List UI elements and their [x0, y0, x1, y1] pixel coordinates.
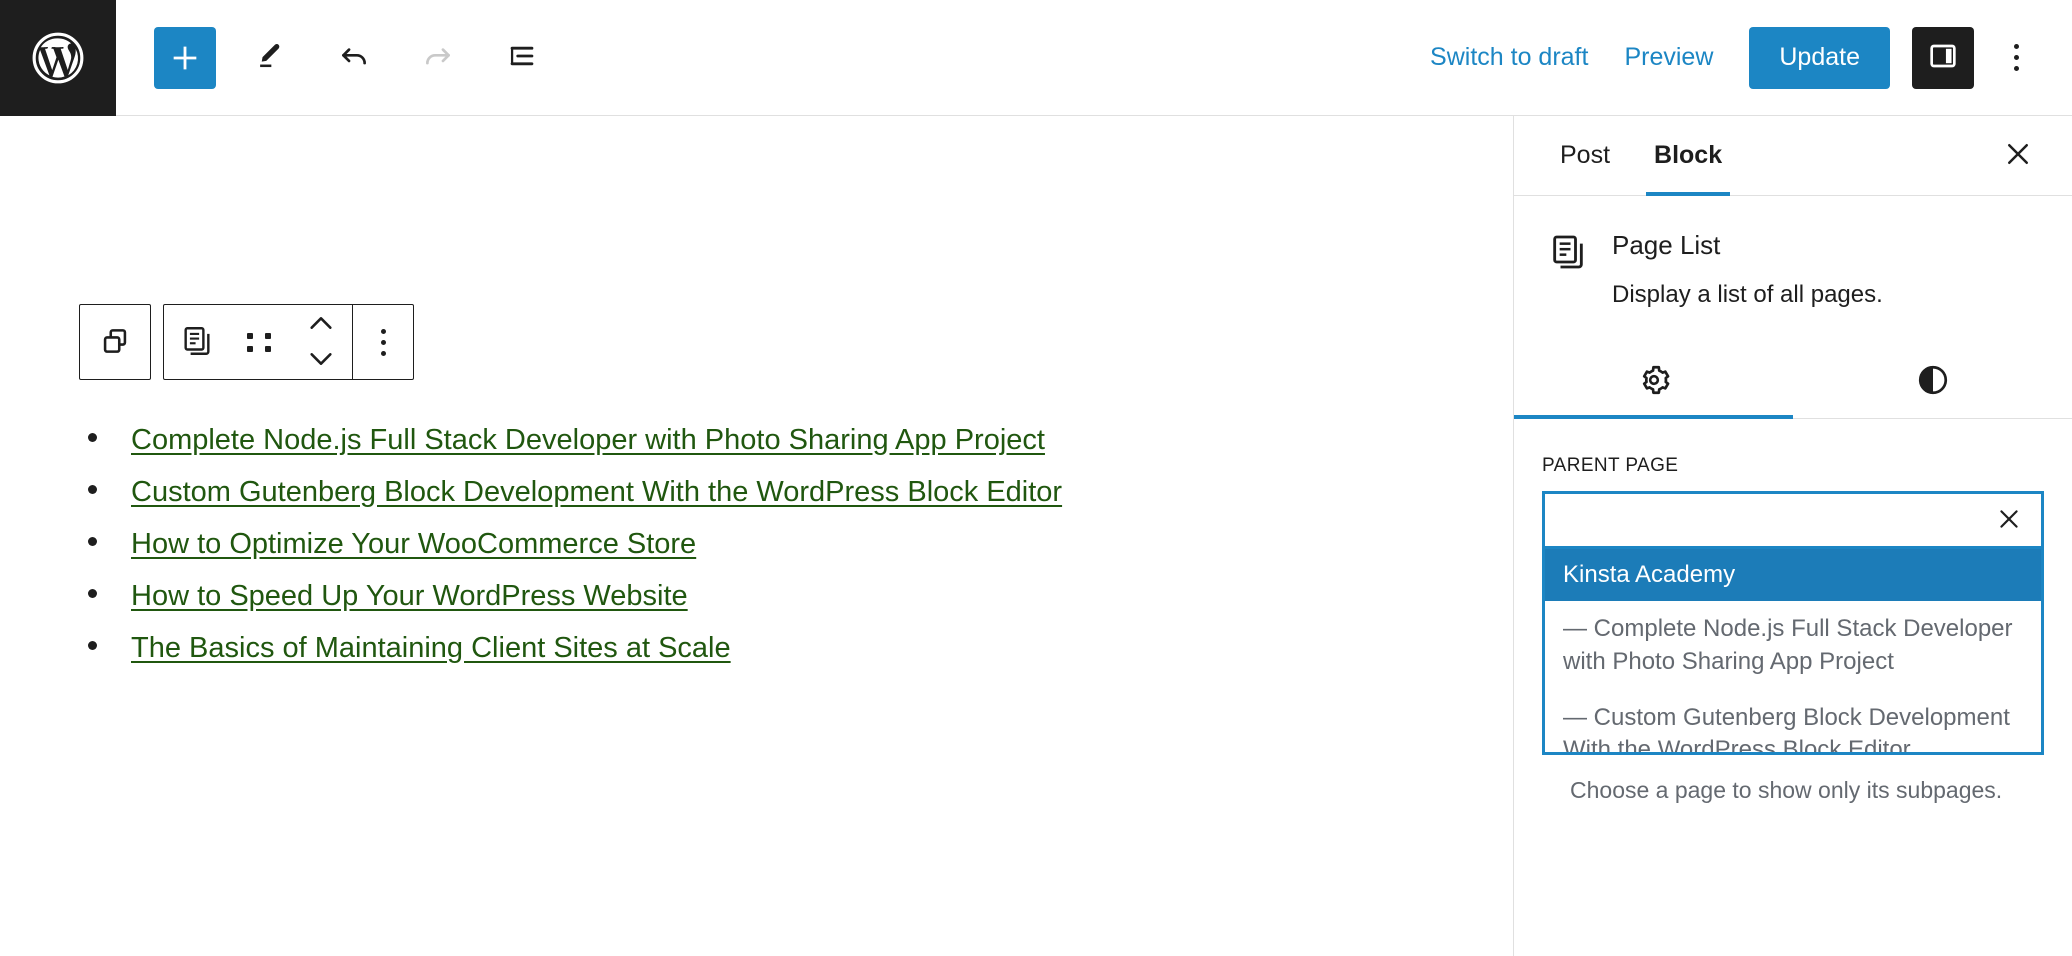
settings-sidebar-toggle-button[interactable] [1912, 27, 1974, 89]
list-item: How to Speed Up Your WordPress Website [88, 576, 1062, 616]
page-link[interactable]: How to Speed Up Your WordPress Website [131, 576, 688, 616]
parent-page-combobox[interactable] [1542, 491, 2044, 549]
editor-top-bar: Switch to draft Preview Update [0, 0, 2072, 116]
close-icon [2003, 139, 2033, 172]
parent-page-suggestion-list[interactable]: Kinsta Academy — Complete Node.js Full S… [1542, 549, 2044, 755]
select-parent-block-group [79, 304, 151, 380]
tab-post[interactable]: Post [1538, 116, 1632, 196]
list-item: Custom Gutenberg Block Development With … [88, 472, 1062, 512]
wordpress-logo-icon [31, 31, 85, 85]
block-movers [290, 307, 352, 377]
plus-icon [168, 41, 202, 75]
chevron-down-icon [307, 350, 335, 371]
clear-parent-page-button[interactable] [1989, 498, 2029, 542]
block-info-card: Page List Display a list of all pages. [1514, 196, 2072, 330]
select-parent-block-icon [98, 324, 132, 361]
parent-page-label: PARENT PAGE [1542, 455, 2044, 477]
select-parent-block-button[interactable] [85, 305, 145, 379]
block-title: Page List [1612, 230, 1883, 261]
suggestion-option[interactable]: — Complete Node.js Full Stack Developer … [1545, 601, 2041, 689]
styles-contrast-icon [1916, 363, 1950, 400]
tab-block[interactable]: Block [1632, 116, 1744, 196]
block-info-text: Page List Display a list of all pages. [1612, 230, 1883, 310]
parent-page-input[interactable] [1559, 495, 1989, 545]
add-block-button[interactable] [154, 27, 216, 89]
sidebar-panel-tabs [1514, 344, 2072, 419]
list-view-icon [505, 39, 539, 76]
page-list-block-icon [180, 324, 214, 361]
list-bullet-icon [88, 641, 97, 650]
list-item: Complete Node.js Full Stack Developer wi… [88, 420, 1062, 460]
block-description: Display a list of all pages. [1612, 279, 1883, 310]
parent-page-help-text: Choose a page to show only its subpages. [1542, 755, 2044, 804]
block-toolbar [79, 304, 414, 380]
list-view-button[interactable] [490, 26, 554, 90]
suggestion-option[interactable]: — Custom Gutenberg Block Development Wit… [1545, 690, 2041, 756]
preview-button[interactable]: Preview [1606, 29, 1731, 86]
close-sidebar-button[interactable] [1988, 126, 2048, 186]
tools-edit-button[interactable] [238, 26, 302, 90]
update-button[interactable]: Update [1749, 27, 1890, 89]
page-list-block[interactable]: Complete Node.js Full Stack Developer wi… [88, 420, 1062, 680]
tab-settings[interactable] [1514, 344, 1793, 418]
list-bullet-icon [88, 537, 97, 546]
move-down-button[interactable] [290, 343, 352, 377]
wordpress-logo-button[interactable] [0, 0, 116, 116]
list-bullet-icon [88, 433, 97, 442]
page-link[interactable]: The Basics of Maintaining Client Sites a… [131, 628, 731, 668]
block-controls-group [163, 304, 414, 380]
top-bar-right-actions: Switch to draft Preview Update [1412, 27, 2072, 89]
list-item: How to Optimize Your WooCommerce Store [88, 524, 1062, 564]
list-bullet-icon [88, 589, 97, 598]
settings-sidebar: Post Block Page List Display a list of a… [1513, 116, 2072, 956]
undo-button[interactable] [322, 26, 386, 90]
page-link[interactable]: Custom Gutenberg Block Development With … [131, 472, 1062, 512]
move-up-button[interactable] [290, 307, 352, 341]
more-options-vertical-icon [2014, 44, 2019, 71]
drag-handle-icon [247, 333, 273, 352]
close-icon [1996, 506, 2022, 535]
block-options-button[interactable] [353, 305, 413, 379]
editor-canvas: Complete Node.js Full Stack Developer wi… [0, 116, 1513, 956]
list-item: The Basics of Maintaining Client Sites a… [88, 628, 1062, 668]
block-type-button[interactable] [164, 305, 230, 379]
editor-options-button[interactable] [1988, 27, 2044, 89]
drag-handle-button[interactable] [230, 305, 290, 379]
page-link[interactable]: How to Optimize Your WooCommerce Store [131, 524, 696, 564]
parent-page-field: PARENT PAGE Kinsta Academy — Complete No… [1514, 419, 2072, 804]
top-bar-left-tools [116, 26, 574, 90]
more-options-vertical-icon [381, 329, 386, 356]
chevron-up-icon [307, 314, 335, 335]
suggestion-option[interactable]: Kinsta Academy [1545, 549, 2041, 601]
list-bullet-icon [88, 485, 97, 494]
redo-arrow-icon [421, 39, 455, 76]
sidebar-tab-bar: Post Block [1514, 116, 2072, 196]
page-list-block-icon [1548, 230, 1588, 310]
page-link[interactable]: Complete Node.js Full Stack Developer wi… [131, 420, 1045, 460]
redo-button[interactable] [406, 26, 470, 90]
gear-settings-icon [1637, 363, 1671, 400]
pencil-edit-icon [254, 40, 286, 75]
undo-arrow-icon [337, 39, 371, 76]
tab-styles[interactable] [1793, 344, 2072, 418]
switch-to-draft-button[interactable]: Switch to draft [1412, 29, 1606, 86]
settings-panel-icon [1927, 40, 1959, 75]
